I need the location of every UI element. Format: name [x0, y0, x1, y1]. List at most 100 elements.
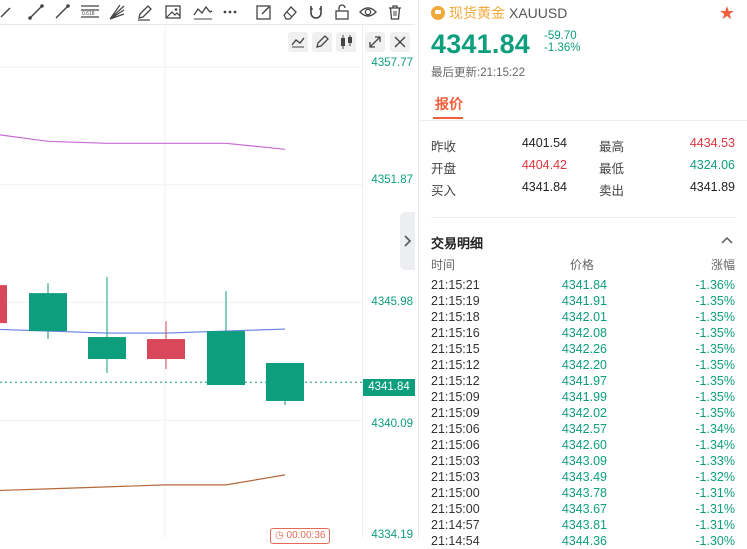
- chevron-up-icon[interactable]: [721, 235, 733, 245]
- panel-collapse-button[interactable]: [400, 212, 415, 270]
- more-icon[interactable]: [221, 3, 239, 21]
- trade-row: 21:15:09 4341.99 -1.35%: [419, 389, 747, 405]
- trade-time: 21:15:12: [431, 374, 480, 388]
- candle-body: [207, 331, 245, 385]
- trade-time: 21:15:06: [431, 422, 480, 436]
- indicator-button[interactable]: [288, 32, 308, 52]
- trade-row: 21:15:19 4341.91 -1.35%: [419, 293, 747, 309]
- trade-price: 4343.49: [561, 470, 607, 484]
- trade-change: -1.34%: [695, 422, 735, 436]
- trade-change: -1.31%: [695, 486, 735, 500]
- bid-value: 4341.84: [521, 180, 567, 194]
- candle-body: [29, 293, 67, 332]
- fib-label: 0.618: [82, 11, 95, 17]
- image-icon[interactable]: [164, 3, 182, 21]
- draw-pencil-icon[interactable]: [312, 32, 332, 52]
- favorite-star-icon[interactable]: ★: [719, 3, 735, 24]
- ma-line-brown: [0, 474, 286, 492]
- low-label: 最低: [599, 162, 625, 176]
- candle-body: [147, 339, 185, 360]
- trend-line-icon[interactable]: [53, 3, 71, 21]
- trade-price: 4344.36: [561, 534, 607, 548]
- countdown-text: 00:00:36: [286, 530, 326, 541]
- trade-time: 21:15:03: [431, 470, 480, 484]
- trade-row: 21:15:06 4342.60 -1.34%: [419, 437, 747, 453]
- open-label: 开盘: [431, 162, 457, 176]
- col-header-change: 涨幅: [710, 258, 735, 272]
- trade-change: -1.31%: [695, 502, 735, 516]
- trade-time: 21:14:57: [431, 518, 480, 532]
- pencil-icon[interactable]: [136, 3, 154, 21]
- trade-change: -1.33%: [695, 454, 735, 468]
- fibonacci-icon[interactable]: 0.618: [80, 3, 100, 21]
- wave-icon[interactable]: [193, 3, 213, 21]
- trade-time: 21:15:12: [431, 358, 480, 372]
- eye-icon[interactable]: [359, 3, 377, 21]
- trade-price: 4343.67: [561, 502, 607, 516]
- note-icon[interactable]: [255, 3, 273, 21]
- trade-price: 4342.01: [561, 310, 607, 324]
- candle-body: [88, 337, 126, 360]
- trade-time: 21:15:09: [431, 390, 480, 404]
- trade-row: 21:15:12 4342.20 -1.35%: [419, 357, 747, 373]
- trade-row: 21:14:57 4343.81 -1.31%: [419, 517, 747, 533]
- eraser-icon[interactable]: [281, 3, 299, 21]
- tab-quote[interactable]: 报价: [435, 94, 463, 114]
- lock-icon[interactable]: [333, 3, 351, 21]
- trade-price: 4342.08: [561, 326, 607, 340]
- trade-price: 4343.78: [561, 486, 607, 500]
- low-value: 4324.06: [689, 158, 735, 172]
- trash-icon[interactable]: [386, 3, 404, 21]
- trade-time: 21:15:06: [431, 438, 480, 452]
- trade-row: 21:15:00 4343.67 -1.31%: [419, 501, 747, 517]
- trade-row: 21:15:12 4341.97 -1.35%: [419, 373, 747, 389]
- y-tick: 4351.87: [371, 174, 413, 186]
- trade-change: -1.35%: [695, 390, 735, 404]
- high-value: 4434.53: [689, 136, 735, 150]
- last-price: 4341.84: [431, 29, 530, 59]
- trade-change: -1.34%: [695, 438, 735, 452]
- trade-change: -1.30%: [695, 534, 735, 548]
- quote-panel: 现货黄金 XAUUSD ★ 4341.84 -59.70 -1.36% 最后更新…: [419, 0, 747, 548]
- trade-change: -1.35%: [695, 294, 735, 308]
- high-label: 最高: [599, 140, 625, 154]
- fan-icon[interactable]: [108, 3, 126, 21]
- trade-time: 21:15:19: [431, 294, 480, 308]
- trade-price: 4342.57: [561, 422, 607, 436]
- y-tick: 4340.09: [371, 418, 413, 430]
- change-percent: -1.36%: [544, 42, 581, 54]
- horizontal-line-icon[interactable]: [0, 3, 18, 21]
- trade-price: 4341.99: [561, 390, 607, 404]
- candle-type-icon[interactable]: [336, 32, 356, 52]
- trade-row: 21:15:06 4342.57 -1.34%: [419, 421, 747, 437]
- symbol-header: 现货黄金 XAUUSD: [431, 5, 567, 21]
- candlestick-chart[interactable]: [0, 25, 362, 538]
- chevron-right-icon: [404, 235, 412, 247]
- trade-row: 21:15:00 4343.78 -1.31%: [419, 485, 747, 501]
- trade-time: 21:14:54: [431, 534, 480, 548]
- trade-price: 4341.97: [561, 374, 607, 388]
- tab-active-indicator: [433, 117, 463, 119]
- prev-close-value: 4401.54: [521, 136, 567, 150]
- trade-row: 21:15:21 4341.84 -1.36%: [419, 277, 747, 293]
- trade-row: 21:15:18 4342.01 -1.35%: [419, 309, 747, 325]
- trade-change: -1.35%: [695, 374, 735, 388]
- trade-change: -1.35%: [695, 310, 735, 324]
- section-divider: [431, 217, 735, 218]
- current-price-tag: 4341.84: [363, 379, 415, 396]
- y-tick: 4345.98: [371, 296, 413, 308]
- trade-change: -1.35%: [695, 326, 735, 340]
- trade-change: -1.36%: [695, 278, 735, 292]
- magnet-icon[interactable]: [307, 3, 325, 21]
- ray-line-icon[interactable]: [27, 3, 45, 21]
- clock-icon: ◷: [275, 530, 284, 541]
- trade-price: 4341.84: [561, 278, 607, 292]
- symbol-name: 现货黄金: [449, 5, 505, 21]
- ask-label: 卖出: [599, 184, 625, 198]
- open-value: 4404.42: [521, 158, 567, 172]
- symbol-code: XAUUSD: [509, 5, 568, 21]
- trade-change: -1.35%: [695, 406, 735, 420]
- trade-price: 4342.02: [561, 406, 607, 420]
- trade-time: 21:15:18: [431, 310, 480, 324]
- trade-row: 21:15:15 4342.26 -1.35%: [419, 341, 747, 357]
